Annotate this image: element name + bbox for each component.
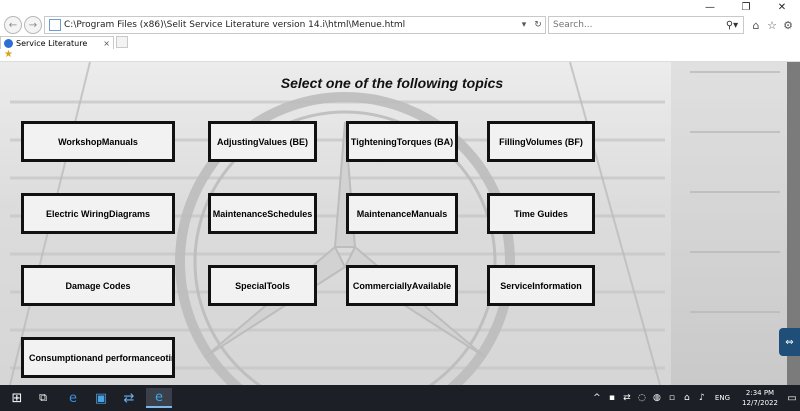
- taskbar-store[interactable]: ▣: [88, 388, 114, 408]
- close-icon[interactable]: ✕: [764, 0, 800, 14]
- topic-button-commercially-available[interactable]: CommerciallyAvailable: [346, 265, 458, 306]
- chevron-up-icon[interactable]: ^: [590, 393, 604, 403]
- favorites-bar: ★: [0, 49, 800, 62]
- start-button[interactable]: ⊞: [4, 388, 30, 408]
- new-tab-button[interactable]: [116, 36, 128, 48]
- taskbar-edge[interactable]: e: [60, 388, 86, 408]
- home-icon[interactable]: ⌂: [750, 17, 762, 33]
- topic-label: WorkshopManuals: [58, 136, 138, 147]
- tab-service-literature[interactable]: Service Literature ×: [0, 36, 114, 49]
- browser-tools: ⌂ ☆ ⚙: [750, 17, 794, 33]
- expand-icon: ⇔: [785, 336, 794, 348]
- clock[interactable]: 2:34 PM 12/7/2022: [736, 388, 784, 408]
- windows-icon: ⊞: [11, 390, 23, 406]
- address-bar-row: ← → C:\Program Files (x86)\Selit Service…: [0, 14, 800, 36]
- system-tray: ^ ▪ ⇄ ◌ ◍ ▫ ⌂ ♪ ENG 2:34 PM 12/7/2022 ▭: [589, 385, 800, 411]
- tray-teamviewer-icon[interactable]: ⇄: [620, 393, 634, 403]
- taskbar: ⊞ ⧉ e ▣ ⇄ e ^ ▪ ⇄ ◌ ◍ ▫ ⌂ ♪ ENG 2:34 PM …: [0, 385, 800, 411]
- back-button[interactable]: ←: [4, 16, 22, 34]
- address-bar[interactable]: C:\Program Files (x86)\Selit Service Lit…: [44, 16, 546, 34]
- refresh-icon[interactable]: ↻: [531, 20, 545, 30]
- topic-label: FillingVolumes (BF): [499, 136, 583, 147]
- internet-explorer-icon: e: [155, 389, 163, 405]
- edge-icon: e: [69, 390, 77, 406]
- window-controls: — ❐ ✕: [692, 0, 800, 14]
- address-text[interactable]: C:\Program Files (x86)\Selit Service Lit…: [64, 20, 517, 30]
- topic-button-workshop-manuals[interactable]: WorkshopManuals: [21, 121, 175, 162]
- topic-label: Time Guides: [514, 208, 568, 219]
- store-icon: ▣: [94, 390, 108, 406]
- forward-button[interactable]: →: [24, 16, 42, 34]
- topic-label: SpecialTools: [235, 280, 290, 291]
- favorites-icon[interactable]: ☆: [766, 17, 778, 33]
- topic-label: Electric WiringDiagrams: [46, 208, 150, 219]
- topic-button-damage-codes[interactable]: Damage Codes: [21, 265, 175, 306]
- topic-button-consumption-performance[interactable]: Consumptionand performanceotin: [21, 337, 175, 378]
- clock-time: 2:34 PM: [745, 389, 775, 397]
- dropdown-icon[interactable]: ▾: [517, 20, 531, 30]
- task-view-button[interactable]: ⧉: [30, 388, 56, 408]
- topic-button-filling-volumes[interactable]: FillingVolumes (BF): [487, 121, 595, 162]
- arrow-right-icon: →: [28, 19, 38, 31]
- network-icon[interactable]: ⌂: [680, 393, 694, 403]
- page-icon: [49, 19, 61, 31]
- search-input[interactable]: [553, 20, 721, 30]
- topic-button-service-information[interactable]: ServiceInformation: [487, 265, 595, 306]
- ie-page-icon: [4, 38, 13, 48]
- topic-button-special-tools[interactable]: SpecialTools: [208, 265, 317, 306]
- close-tab-icon[interactable]: ×: [103, 39, 113, 48]
- page-title: Select one of the following topics: [280, 75, 504, 91]
- topic-label: Consumptionand performanceotin: [29, 352, 175, 363]
- tab-label: Service Literature: [16, 38, 88, 48]
- topic-label: MaintenanceSchedules: [212, 208, 313, 219]
- taskbar-teamviewer[interactable]: ⇄: [116, 388, 142, 408]
- topic-button-maintenance-manuals[interactable]: MaintenanceManuals: [346, 193, 458, 234]
- arrow-left-icon: ←: [8, 19, 18, 31]
- search-box[interactable]: ⚲▾: [548, 16, 744, 34]
- tray-app-icon[interactable]: ◍: [650, 393, 664, 403]
- topic-label: AdjustingValues (BE): [216, 136, 308, 147]
- clock-date: 12/7/2022: [742, 399, 778, 407]
- topic-label: TighteningTorques (BA): [350, 136, 454, 147]
- restore-icon[interactable]: ❐: [728, 0, 764, 14]
- volume-icon[interactable]: ♪: [695, 393, 709, 403]
- topic-button-tightening-torques[interactable]: TighteningTorques (BA): [346, 121, 458, 162]
- search-icon[interactable]: ⚲▾: [721, 20, 743, 31]
- side-panel-tab[interactable]: ⇔: [779, 328, 800, 356]
- topic-button-adjusting-values[interactable]: AdjustingValues (BE): [208, 121, 317, 162]
- taskbar-internet-explorer[interactable]: e: [146, 388, 172, 408]
- tray-app-icon[interactable]: ▫: [665, 393, 679, 403]
- topic-button-wiring-diagrams[interactable]: Electric WiringDiagrams: [21, 193, 175, 234]
- gear-icon[interactable]: ⚙: [782, 17, 794, 33]
- task-view-icon: ⧉: [39, 391, 47, 404]
- topic-label: CommerciallyAvailable: [352, 280, 452, 291]
- topic-button-maintenance-schedules[interactable]: MaintenanceSchedules: [208, 193, 317, 234]
- tray-sync-icon[interactable]: ◌: [635, 393, 649, 403]
- tab-strip: Service Literature ×: [0, 36, 800, 49]
- topic-label: MaintenanceManuals: [356, 208, 448, 219]
- teamviewer-icon: ⇄: [123, 390, 135, 406]
- language-indicator[interactable]: ENG: [715, 394, 730, 402]
- page-content: Select one of the following topics Works…: [0, 62, 800, 385]
- minimize-icon[interactable]: —: [692, 0, 728, 14]
- add-favorite-icon[interactable]: ★: [4, 49, 13, 60]
- topic-label: Damage Codes: [65, 280, 131, 291]
- tray-app-icon[interactable]: ▪: [605, 393, 619, 403]
- notification-icon[interactable]: ▭: [784, 393, 800, 404]
- topic-button-time-guides[interactable]: Time Guides: [487, 193, 595, 234]
- topic-label: ServiceInformation: [500, 280, 582, 291]
